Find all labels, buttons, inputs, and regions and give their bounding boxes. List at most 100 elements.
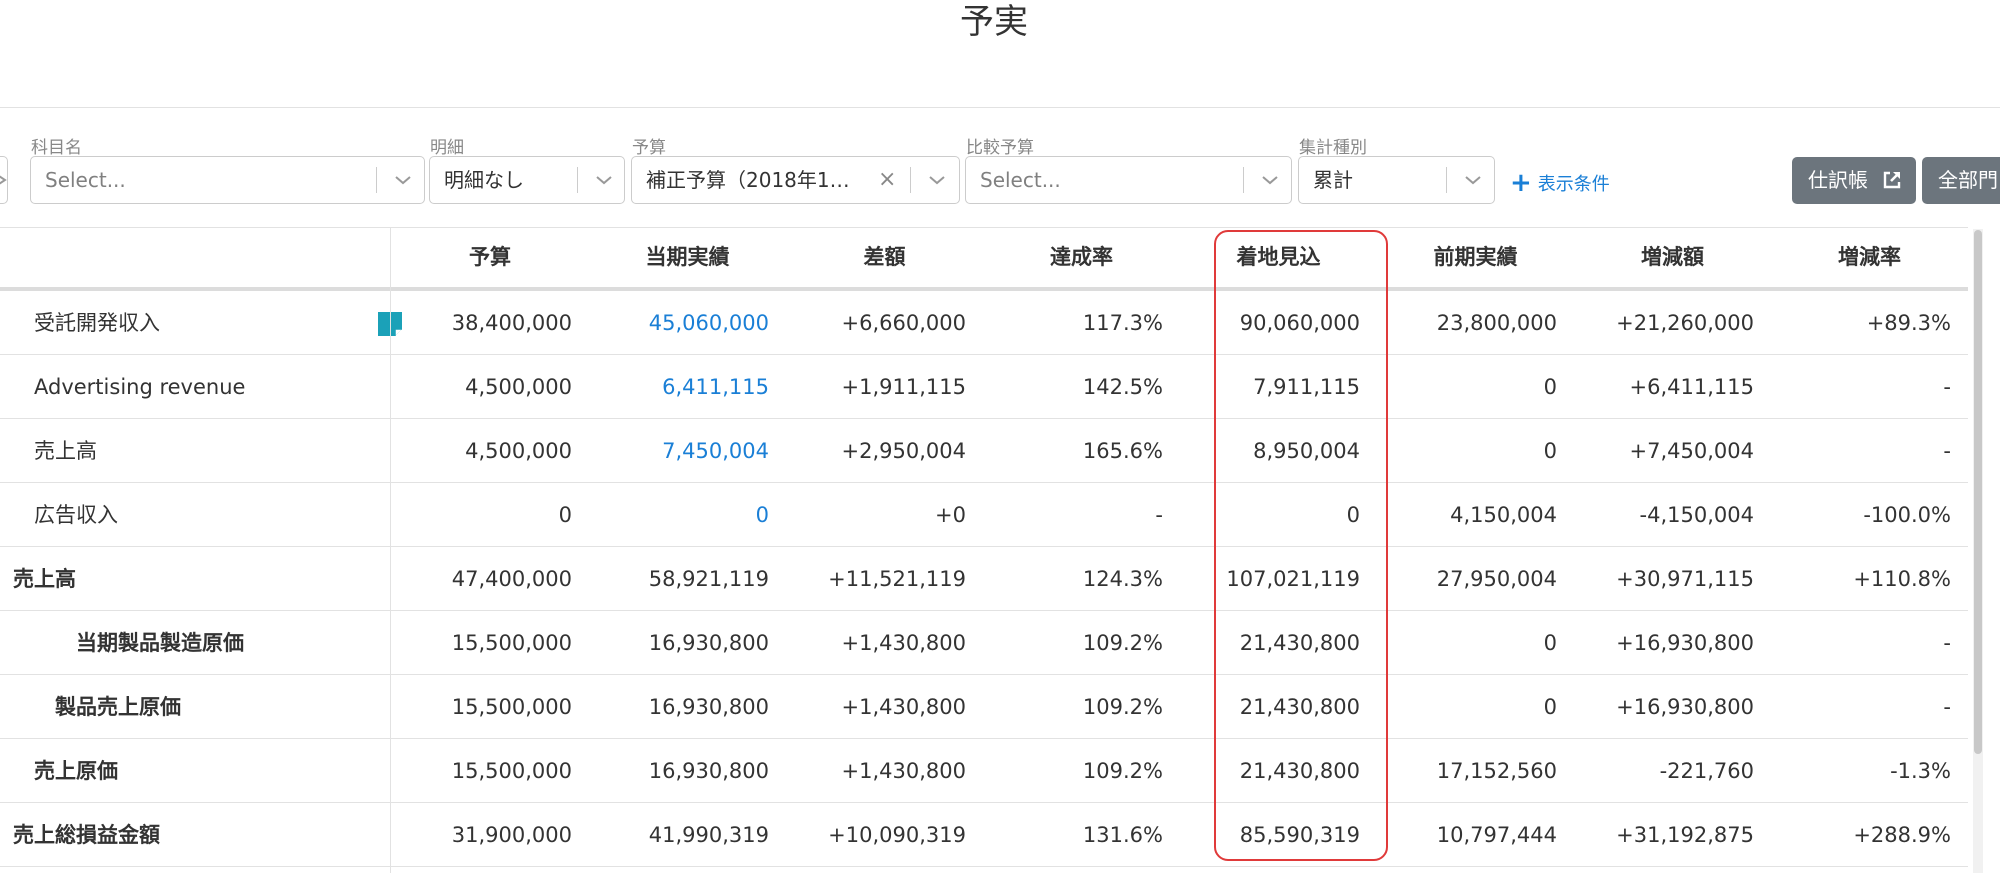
- journal-button-label: 仕訳帳: [1808, 168, 1868, 192]
- table-header: 予算 当期実績 差額 達成率 着地見込 前期実績 増減額 増減率: [0, 227, 1968, 287]
- journal-button[interactable]: 仕訳帳: [1792, 157, 1916, 204]
- table-row[interactable]: 受託開発収入 38,400,000 45,060,000 +6,660,000 117.…: [0, 291, 1968, 355]
- aggregation-select[interactable]: 累計: [1298, 156, 1495, 204]
- col-header-budget[interactable]: 予算: [391, 227, 589, 287]
- external-link-icon: [1883, 171, 1901, 189]
- cell-forecast: 21,430,800: [1239, 759, 1360, 783]
- cell-difference: +1,430,800: [841, 695, 966, 719]
- detail-value: 明細なし: [444, 168, 524, 192]
- cell-change-amount: +6,411,115: [1629, 375, 1754, 399]
- display-conditions-link[interactable]: + 表示条件: [1510, 170, 1610, 196]
- col-header-change-rate[interactable]: 増減率: [1771, 227, 1968, 287]
- clear-x-icon[interactable]: ×: [878, 157, 896, 203]
- cell-achievement-rate: 131.6%: [1082, 823, 1163, 847]
- cell-forecast: 21,430,800: [1239, 695, 1360, 719]
- cell-achievement-rate: 124.3%: [1082, 567, 1163, 591]
- table-row[interactable]: Advertising revenue 4,500,000 6,411,115 +1,…: [0, 355, 1968, 419]
- chevron-down-icon[interactable]: [918, 157, 956, 203]
- account-name: Advertising revenue: [34, 375, 246, 399]
- cell-forecast: 21,430,800: [1239, 631, 1360, 655]
- cell-achievement-rate: 142.5%: [1082, 375, 1163, 399]
- table-row[interactable]: 広告収入 0 0 +0 - 0 4,150,004 -4,150,004 -100.0%: [0, 483, 1968, 547]
- chevron-down-icon[interactable]: [1251, 157, 1289, 203]
- cell-difference: +11,521,119: [828, 567, 966, 591]
- account-name: 売上総損益金額: [13, 823, 160, 847]
- name-column-divider: [390, 227, 391, 873]
- plus-icon: +: [1510, 168, 1532, 198]
- cell-difference: +0: [935, 503, 966, 527]
- cell-achievement-rate: 165.6%: [1082, 439, 1163, 463]
- cell-change-amount: +21,260,000: [1616, 311, 1754, 335]
- cell-actual: 58,921,119: [648, 567, 769, 591]
- chevron-down-icon[interactable]: [585, 157, 623, 203]
- cell-forecast: 7,911,115: [1253, 375, 1360, 399]
- cell-change-amount: +16,930,800: [1616, 631, 1754, 655]
- table-row[interactable]: 製品売上原価 15,500,000 16,930,800 +1,430,800 109.…: [0, 675, 1968, 739]
- cell-forecast: 8,950,004: [1253, 439, 1360, 463]
- cell-budget: 15,500,000: [451, 759, 572, 783]
- cell-achievement-rate: -: [1155, 503, 1163, 527]
- cell-difference: +10,090,319: [828, 823, 966, 847]
- all-departments-label: 全部門: [1938, 168, 1998, 192]
- account-name: 売上原価: [34, 759, 118, 783]
- cell-difference: +1,430,800: [841, 631, 966, 655]
- select-separator: [1243, 167, 1244, 193]
- cell-previous-actual: 27,950,004: [1436, 567, 1557, 591]
- col-header-actual[interactable]: 当期実績: [589, 227, 786, 287]
- cell-change-rate: -1.3%: [1890, 759, 1951, 783]
- table-row[interactable]: 売上高 47,400,000 58,921,119 +11,521,119 124.3%…: [0, 547, 1968, 611]
- cell-previous-actual: 0: [1543, 439, 1557, 463]
- col-header-difference[interactable]: 差額: [786, 227, 983, 287]
- all-departments-button[interactable]: 全部門: [1922, 157, 2000, 204]
- cell-previous-actual: 4,150,004: [1450, 503, 1557, 527]
- account-name: 製品売上原価: [55, 695, 181, 719]
- cell-budget: 0: [558, 503, 572, 527]
- cell-change-amount: +31,192,875: [1616, 823, 1754, 847]
- account-name: 売上高: [34, 439, 97, 463]
- cell-budget: 4,500,000: [465, 439, 572, 463]
- cell-actual[interactable]: 6,411,115: [662, 355, 769, 419]
- cell-change-rate: -100.0%: [1863, 503, 1951, 527]
- cell-change-rate: -: [1943, 439, 1951, 463]
- cell-difference: +1,430,800: [841, 759, 966, 783]
- table-row[interactable]: 売上総損益金額 31,900,000 41,990,319 +10,090,319 13…: [0, 803, 1968, 867]
- chevron-down-icon[interactable]: [1454, 157, 1492, 203]
- cell-change-rate: -: [1943, 631, 1951, 655]
- col-header-forecast[interactable]: 着地見込: [1180, 227, 1377, 287]
- aggregation-label: 集計種別: [1299, 138, 1367, 158]
- col-header-change-amount[interactable]: 増減額: [1574, 227, 1771, 287]
- compare-budget-select[interactable]: Select...: [965, 156, 1292, 204]
- truncated-select[interactable]: [0, 156, 8, 204]
- budget-select[interactable]: 補正予算（2018年1… ×: [631, 156, 960, 204]
- cell-previous-actual: 0: [1543, 631, 1557, 655]
- chevron-down-icon[interactable]: [384, 157, 422, 203]
- select-separator: [376, 167, 377, 193]
- table-row[interactable]: 当期製品製造原価 15,500,000 16,930,800 +1,430,800 10…: [0, 611, 1968, 675]
- cell-previous-actual: 0: [1543, 375, 1557, 399]
- table-row[interactable]: 売上原価 15,500,000 16,930,800 +1,430,800 109.2%…: [0, 739, 1968, 803]
- account-name: 受託開発収入: [34, 311, 160, 335]
- chevron-down-icon: [0, 175, 7, 185]
- table-row[interactable]: 売上高 4,500,000 7,450,004 +2,950,004 165.6% 8,9…: [0, 419, 1968, 483]
- scrollbar-thumb[interactable]: [1974, 230, 1982, 754]
- account-name-select[interactable]: Select...: [30, 156, 425, 204]
- cell-budget: 31,900,000: [451, 823, 572, 847]
- cell-actual: 16,930,800: [648, 631, 769, 655]
- cell-previous-actual: 23,800,000: [1436, 311, 1557, 335]
- col-header-achievement-rate[interactable]: 達成率: [983, 227, 1180, 287]
- compare-budget-placeholder: Select...: [980, 168, 1061, 192]
- cell-actual[interactable]: 0: [756, 483, 769, 547]
- account-name-placeholder: Select...: [45, 168, 126, 192]
- cell-change-rate: +110.8%: [1853, 567, 1951, 591]
- cell-actual[interactable]: 45,060,000: [649, 291, 769, 355]
- budget-actual-table: 予算 当期実績 差額 達成率 着地見込 前期実績 増減額 増減率 受託開発収入 3…: [0, 227, 1968, 873]
- detail-select[interactable]: 明細なし: [429, 156, 625, 204]
- cell-budget: 15,500,000: [451, 695, 572, 719]
- cell-forecast: 85,590,319: [1239, 823, 1360, 847]
- col-header-previous-actual[interactable]: 前期実績: [1377, 227, 1574, 287]
- cell-actual[interactable]: 7,450,004: [662, 419, 769, 483]
- cell-difference: +1,911,115: [841, 375, 966, 399]
- select-separator: [1446, 167, 1447, 193]
- cell-achievement-rate: 109.2%: [1082, 695, 1163, 719]
- cell-change-amount: -4,150,004: [1639, 503, 1754, 527]
